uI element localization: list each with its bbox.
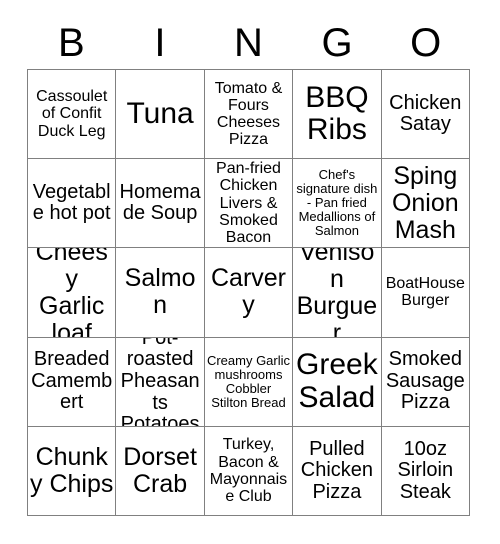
bingo-cell-b5[interactable]: Chunky Chips bbox=[28, 426, 117, 516]
bingo-cell-label: Chunky Chips bbox=[30, 442, 114, 498]
bingo-cell-label: Tuna bbox=[126, 96, 194, 130]
bingo-cell-i3[interactable]: Salmon bbox=[116, 248, 205, 338]
bingo-cell-label: 10oz Sirloin Steak bbox=[397, 437, 454, 503]
bingo-cell-b3[interactable]: Cheesy Garlic loaf bbox=[28, 248, 117, 338]
bingo-cell-label: Breaded Camembert bbox=[31, 348, 113, 414]
bingo-cell-g2[interactable]: Chef's signature dish - Pan fried Medall… bbox=[293, 159, 382, 249]
bingo-cell-g3[interactable]: Venison Burguer bbox=[293, 248, 382, 338]
bingo-cell-n4[interactable]: Creamy Garlic mushrooms Cobbler Stilton … bbox=[204, 337, 294, 427]
bingo-cell-label: Dorset Crab bbox=[123, 442, 197, 498]
bingo-cell-label: Pan-fried Chicken Livers & Smoked Bacon bbox=[216, 160, 281, 247]
bingo-cell-g5[interactable]: Pulled Chicken Pizza bbox=[293, 426, 382, 516]
bingo-cell-label: Cassoulet of Confit Duck Leg bbox=[36, 88, 108, 140]
bingo-cell-label: Tomato & Fours Cheeses Pizza bbox=[214, 79, 283, 149]
bingo-cell-g4[interactable]: Greek Salad bbox=[293, 337, 382, 427]
bingo-cell-n3[interactable]: Carvery bbox=[204, 248, 294, 338]
bingo-cell-o3[interactable]: BoatHouse Burger bbox=[381, 248, 470, 338]
bingo-cell-o5[interactable]: 10oz Sirloin Steak bbox=[381, 426, 470, 516]
bingo-cell-label: Creamy Garlic mushrooms Cobbler Stilton … bbox=[206, 352, 291, 410]
bingo-cell-n5[interactable]: Turkey, Bacon & Mayonnaise Club bbox=[204, 426, 294, 516]
bingo-cell-label: Venison Burguer bbox=[296, 248, 378, 338]
bingo-cell-i2[interactable]: Homemade Soup bbox=[116, 159, 205, 249]
bingo-cell-o2[interactable]: Sping Onion Mash bbox=[381, 159, 470, 249]
bingo-cell-label: Vegetable hot pot bbox=[32, 180, 111, 225]
bingo-header-letter-i: I bbox=[154, 21, 166, 65]
bingo-cell-label: Pulled Chicken Pizza bbox=[300, 437, 374, 503]
bingo-cell-label: BBQ Ribs bbox=[305, 80, 369, 147]
bingo-cell-label: Smoked Sausage Pizza bbox=[385, 348, 465, 414]
bingo-cell-label: Sping Onion Mash bbox=[391, 161, 459, 244]
bingo-cell-o1[interactable]: Chicken Satay bbox=[381, 70, 470, 160]
bingo-cell-o4[interactable]: Smoked Sausage Pizza bbox=[381, 337, 470, 427]
bingo-cell-label: Greek Salad bbox=[296, 348, 378, 414]
bingo-cell-i1[interactable]: Tuna bbox=[116, 70, 205, 160]
bingo-cell-label: Chef's signature dish - Pan fried Medall… bbox=[296, 167, 378, 239]
bingo-cell-label: Carvery bbox=[210, 264, 286, 320]
bingo-cell-i5[interactable]: Dorset Crab bbox=[116, 426, 205, 516]
bingo-header-letter-n: N bbox=[234, 21, 263, 65]
bingo-cell-label: Salmon bbox=[124, 264, 196, 320]
bingo-cell-label: Pot-roasted Pheasants Potatoes bbox=[120, 337, 200, 427]
bingo-cell-label: BoatHouse Burger bbox=[385, 275, 465, 310]
bingo-header-row: B I N G O bbox=[27, 18, 470, 68]
bingo-header-letter-g: G bbox=[321, 21, 353, 65]
bingo-cell-label: Chicken Satay bbox=[389, 91, 462, 136]
bingo-header-letter-o: O bbox=[410, 21, 442, 65]
bingo-grid: Cassoulet of Confit Duck Leg Tuna Tomato… bbox=[27, 69, 470, 516]
bingo-cell-label: Homemade Soup bbox=[119, 180, 201, 225]
bingo-cell-b1[interactable]: Cassoulet of Confit Duck Leg bbox=[28, 70, 117, 160]
bingo-cell-b2[interactable]: Vegetable hot pot bbox=[28, 159, 117, 249]
bingo-card: B I N G O Cassoulet of Confit Duck Leg T… bbox=[0, 0, 500, 544]
bingo-cell-n2[interactable]: Pan-fried Chicken Livers & Smoked Bacon bbox=[204, 159, 294, 249]
bingo-cell-label: Cheesy Garlic loaf bbox=[35, 248, 108, 338]
bingo-cell-label: Turkey, Bacon & Mayonnaise Club bbox=[209, 436, 288, 506]
bingo-header-letter-b: B bbox=[57, 21, 85, 65]
bingo-cell-i4[interactable]: Pot-roasted Pheasants Potatoes bbox=[116, 337, 205, 427]
bingo-cell-b4[interactable]: Breaded Camembert bbox=[28, 337, 117, 427]
bingo-cell-g1[interactable]: BBQ Ribs bbox=[293, 70, 382, 160]
bingo-cell-n1[interactable]: Tomato & Fours Cheeses Pizza bbox=[204, 70, 294, 160]
